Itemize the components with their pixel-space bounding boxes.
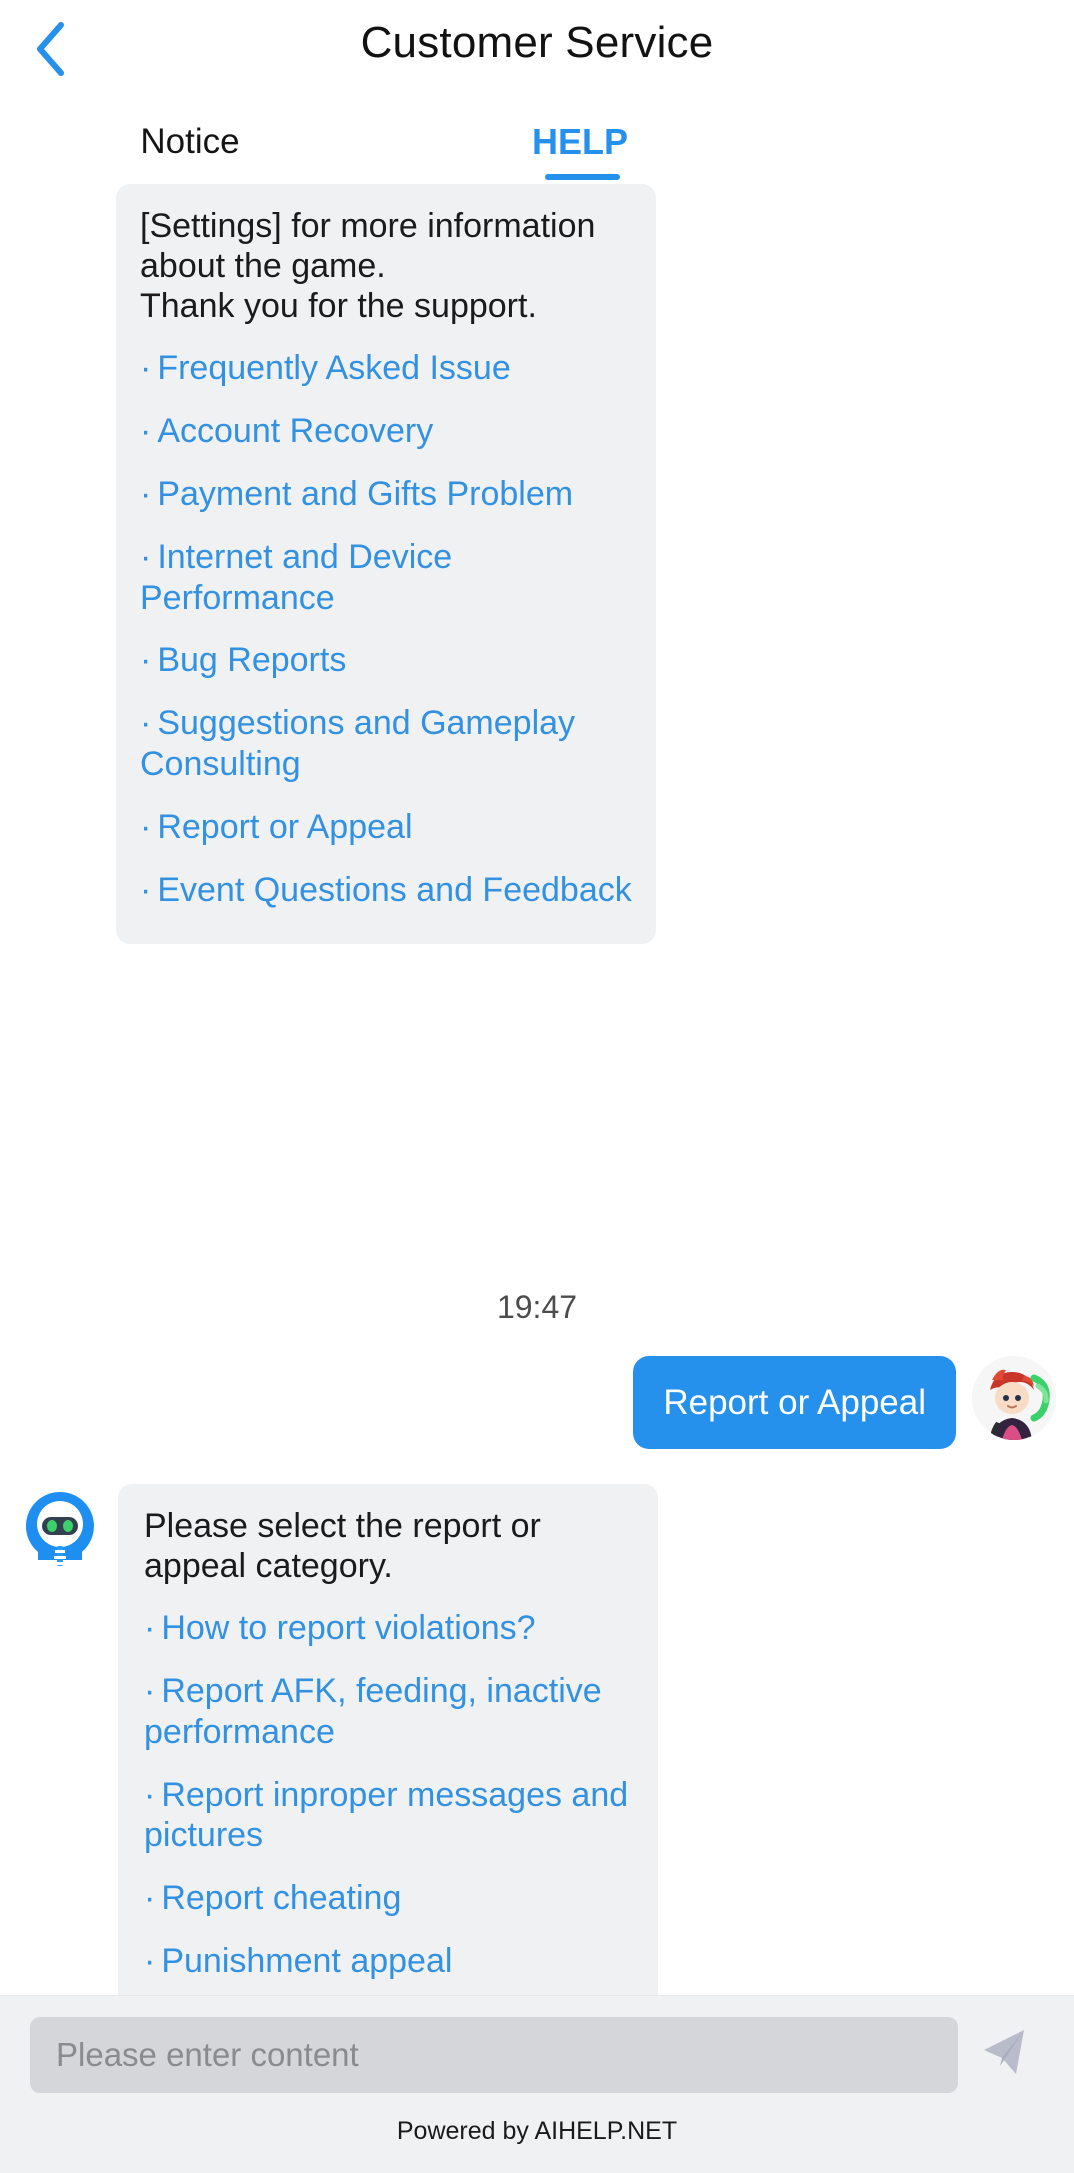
- bot-message-1-line-2: Thank you for the support.: [140, 287, 537, 326]
- bullet-icon: ·: [140, 412, 152, 451]
- link-label: Punishment appeal: [161, 1942, 453, 1980]
- bullet-icon: ·: [140, 807, 152, 846]
- bot-message-bubble-1: [Settings] for more information about th…: [116, 184, 656, 945]
- user-message-row: Report or Appeal: [633, 1356, 1056, 1450]
- bot-message-2-link-list: · How to report violations? · Report AFK, …: [144, 1608, 632, 1982]
- list-item[interactable]: · Bug Reports: [140, 640, 632, 681]
- footer-bar: Powered by AIHELP.NET: [0, 2113, 1074, 2173]
- user-message-text: Report or Appeal: [663, 1383, 926, 1422]
- link-label: Internet and Device Performance: [140, 537, 453, 617]
- tab-help[interactable]: HELP: [500, 100, 660, 184]
- bullet-icon: ·: [144, 1942, 156, 1980]
- bullet-icon: ·: [144, 1609, 156, 1648]
- bot-message-1-link-list: · Frequently Asked Issue · Account Recover…: [140, 348, 632, 910]
- link-label: Frequently Asked Issue: [157, 349, 511, 388]
- bot-message-2-text: Please select the report or appeal categ…: [144, 1507, 541, 1586]
- link-label: Account Recovery: [157, 412, 434, 451]
- bot-message-bubble-2: Please select the report or appeal categ…: [118, 1484, 658, 1995]
- link-label: Event Questions and Feedback: [157, 870, 632, 909]
- list-item[interactable]: · Frequently Asked Issue: [140, 348, 632, 389]
- bullet-icon: ·: [140, 870, 152, 909]
- list-item[interactable]: · Payment and Gifts Problem: [140, 474, 632, 515]
- message-input[interactable]: [30, 2016, 958, 2093]
- link-label: Bug Reports: [157, 641, 347, 680]
- bullet-icon: ·: [144, 1672, 156, 1711]
- link-label: Payment and Gifts Problem: [157, 474, 574, 513]
- list-item[interactable]: · Punishment appeal: [144, 1941, 632, 1982]
- list-item[interactable]: · Event Questions and Feedback: [140, 870, 632, 911]
- customer-service-screen: Customer Service Notice HELP [Settings] …: [0, 0, 1074, 2173]
- list-item[interactable]: · Report or Appeal: [140, 807, 632, 848]
- user-message-bubble: Report or Appeal: [633, 1356, 956, 1450]
- bullet-icon: ·: [140, 537, 152, 576]
- list-item[interactable]: · Report AFK, feeding, inactive performan…: [144, 1671, 632, 1753]
- link-label: Report inproper messages and pictures: [144, 1775, 629, 1855]
- tab-bar: Notice HELP: [0, 100, 1074, 184]
- list-item[interactable]: · Internet and Device Performance: [140, 537, 632, 619]
- tab-active-indicator: [545, 174, 620, 180]
- link-label: Report cheating: [161, 1879, 402, 1918]
- link-label: How to report violations?: [161, 1609, 536, 1648]
- send-button[interactable]: [958, 2017, 1050, 2093]
- bot-message-row-2: Please select the report or appeal categ…: [18, 1484, 658, 1995]
- list-item[interactable]: · Suggestions and Gameplay Consulting: [140, 703, 632, 785]
- send-paper-plane-icon: [978, 2026, 1030, 2083]
- robot-avatar-icon: [18, 1484, 102, 1568]
- bullet-icon: ·: [144, 1775, 156, 1814]
- page-title: Customer Service: [360, 18, 714, 67]
- bullet-icon: ·: [140, 704, 152, 743]
- chat-message-list[interactable]: [Settings] for more information about th…: [0, 184, 1074, 1995]
- list-item[interactable]: · Report inproper messages and pictures: [144, 1775, 632, 1857]
- app-header: Customer Service: [0, 0, 1074, 100]
- link-label: Report or Appeal: [157, 807, 413, 846]
- tab-help-label: HELP: [531, 121, 628, 162]
- bot-message-1-line-1: [Settings] for more information about th…: [140, 207, 596, 286]
- list-item[interactable]: · How to report violations?: [144, 1608, 632, 1649]
- message-composer: [0, 1995, 1074, 2113]
- tab-notice-label: Notice: [140, 122, 240, 161]
- bullet-icon: ·: [140, 349, 152, 388]
- bullet-icon: ·: [144, 1879, 156, 1918]
- list-item[interactable]: · Account Recovery: [140, 411, 632, 452]
- link-label: Report AFK, feeding, inactive performanc…: [144, 1672, 602, 1751]
- user-avatar: [972, 1356, 1056, 1440]
- bullet-icon: ·: [140, 474, 152, 513]
- list-item[interactable]: · Report cheating: [144, 1878, 632, 1919]
- tab-notice[interactable]: Notice: [110, 100, 270, 184]
- powered-by-label: Powered by AIHELP.NET: [396, 2117, 678, 2145]
- link-label: Suggestions and Gameplay Consulting: [140, 704, 576, 783]
- bullet-icon: ·: [140, 641, 152, 680]
- message-timestamp: 19:47: [496, 1289, 578, 1325]
